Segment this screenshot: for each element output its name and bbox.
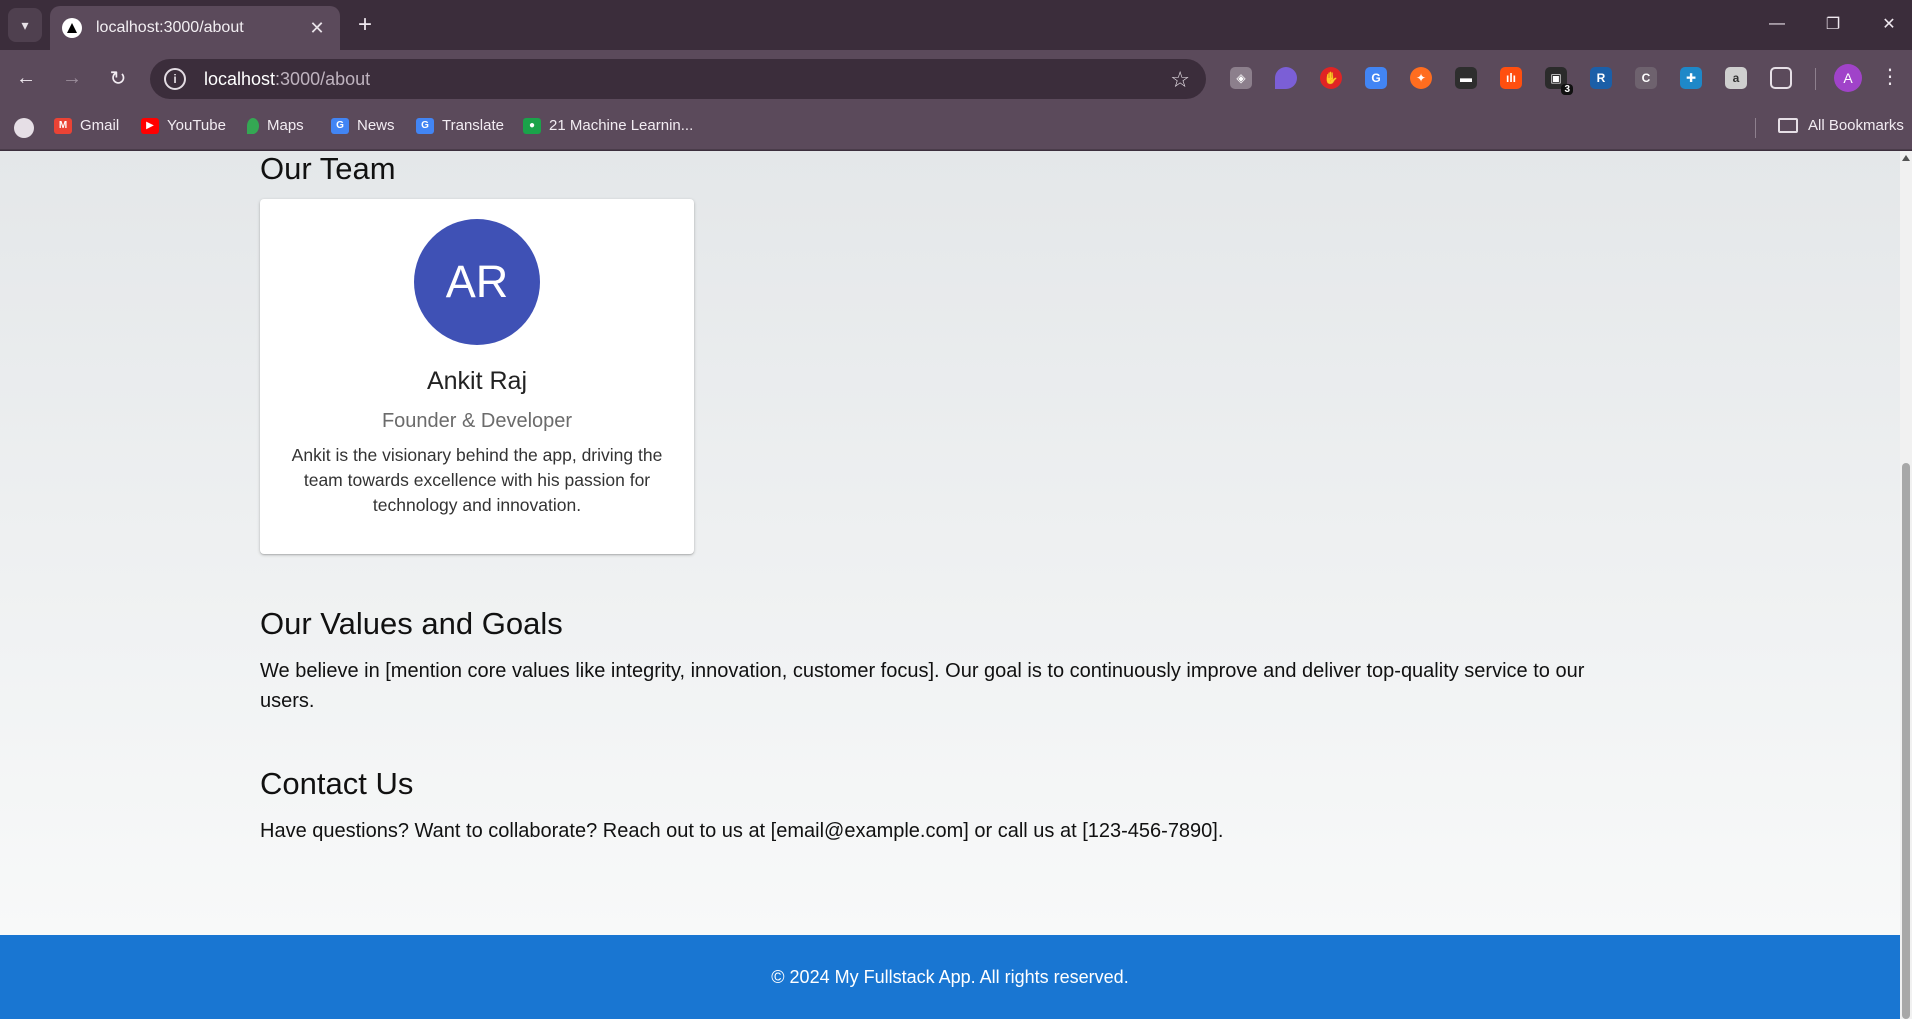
translate-icon: G [416, 117, 434, 134]
bookmark-maps[interactable]: Maps [247, 117, 304, 134]
gmail-icon: M [54, 117, 72, 134]
bookmark-label: Maps [267, 117, 304, 134]
bookmark-label: Translate [442, 117, 504, 134]
a-extension-icon[interactable]: a [1725, 67, 1747, 89]
browser-menu-icon[interactable]: ⋮ [1880, 64, 1900, 89]
bookmark-label: Gmail [80, 117, 120, 134]
youtube-icon: ▶ [141, 117, 159, 134]
tab-strip: ▾ localhost:3000/about ✕ + — ❐ ✕ [0, 0, 1912, 50]
all-bookmarks-label: All Bookmarks [1808, 117, 1904, 134]
bookmark-youtube[interactable]: ▶ YouTube [141, 117, 226, 134]
scroll-up-arrow-icon[interactable] [1902, 155, 1910, 161]
url-path: :3000/about [275, 68, 371, 89]
values-heading: Our Values and Goals [260, 606, 563, 641]
team-heading: Our Team [260, 151, 396, 186]
team-member-card: AR Ankit Raj Founder & Developer Ankit i… [260, 199, 694, 554]
bookmark-label: News [357, 117, 395, 134]
contact-text: Have questions? Want to collaborate? Rea… [260, 820, 1224, 842]
address-bar[interactable]: i localhost:3000/about ☆ [150, 59, 1206, 99]
back-icon[interactable]: ← [8, 60, 44, 96]
bookmarks-divider [1755, 118, 1756, 138]
profile-avatar[interactable]: A [1834, 64, 1862, 92]
bookmark-gmail[interactable]: M Gmail [54, 117, 119, 134]
close-window-icon[interactable]: ✕ [1866, 6, 1912, 42]
site-info-icon[interactable]: i [164, 68, 186, 90]
tab-search-chevron-icon[interactable]: ▾ [8, 8, 42, 42]
member-bio: Ankit is the visionary behind the app, d… [291, 445, 663, 515]
bookmark-news[interactable]: G News [331, 117, 395, 134]
r-extension-icon[interactable]: R [1590, 67, 1612, 89]
ml-bookmark-icon: ● [523, 117, 541, 134]
active-tab[interactable]: localhost:3000/about ✕ [50, 6, 340, 50]
maps-icon [247, 117, 259, 134]
scrollbar[interactable] [1900, 151, 1912, 1019]
values-text: We believe in [mention core values like … [260, 660, 1585, 712]
bookmark-label: YouTube [167, 117, 226, 134]
page-viewport: Our Team AR Ankit Raj Founder & Develope… [0, 151, 1912, 1019]
plus-extension-icon[interactable]: ✚ [1680, 67, 1702, 89]
new-tab-icon[interactable]: + [350, 10, 380, 40]
url-host: localhost [204, 68, 276, 89]
hat-extension-icon[interactable]: ▬ [1455, 67, 1477, 89]
hand-extension-icon[interactable]: ✦ [1410, 67, 1432, 89]
c-extension-icon[interactable]: C [1635, 67, 1657, 89]
avatar: AR [414, 219, 540, 345]
browser-toolbar: ← → ↻ i localhost:3000/about ☆ ◈ ✋ G ✦ ▬… [0, 50, 1912, 106]
forward-icon[interactable]: → [54, 60, 90, 96]
chart-extension-icon[interactable]: ılı [1500, 67, 1522, 89]
extension-badge: 3 [1561, 84, 1573, 95]
shield-extension-icon[interactable]: ◈ [1230, 67, 1252, 89]
contact-heading: Contact Us [260, 766, 414, 801]
member-name: Ankit Raj [426, 367, 528, 395]
footer-text: © 2024 My Fullstack App. All rights rese… [771, 966, 1129, 987]
screen-extension-icon[interactable]: ▣ 3 [1545, 67, 1573, 95]
restore-icon[interactable]: ❐ [1810, 6, 1856, 42]
bookmark-ml[interactable]: ● 21 Machine Learnin... [523, 117, 693, 134]
member-role: Founder & Developer [381, 410, 573, 432]
tab-title: localhost:3000/about [96, 19, 244, 36]
drop-extension-icon[interactable] [1275, 67, 1297, 89]
close-tab-icon[interactable]: ✕ [306, 18, 328, 39]
news-icon: G [331, 117, 349, 134]
bookmark-label: 21 Machine Learnin... [549, 117, 694, 134]
page-footer: © 2024 My Fullstack App. All rights rese… [0, 935, 1900, 1019]
nextjs-favicon-icon [62, 18, 82, 38]
translate-extension-icon[interactable]: G [1365, 67, 1387, 89]
minimize-icon[interactable]: — [1754, 6, 1800, 42]
extensions-puzzle-icon[interactable] [1770, 67, 1792, 89]
bookmark-translate[interactable]: G Translate [416, 117, 504, 134]
globe-icon[interactable] [14, 118, 34, 138]
bookmark-star-icon[interactable]: ☆ [1170, 67, 1190, 93]
adblock-extension-icon[interactable]: ✋ [1320, 67, 1342, 89]
toolbar-divider [1815, 68, 1816, 90]
all-bookmarks[interactable]: All Bookmarks [1778, 117, 1904, 134]
scroll-thumb[interactable] [1902, 463, 1910, 1019]
folder-icon [1778, 118, 1798, 133]
reload-icon[interactable]: ↻ [100, 60, 136, 96]
bookmarks-bar: M Gmail ▶ YouTube Maps G News G Translat… [0, 106, 1912, 150]
